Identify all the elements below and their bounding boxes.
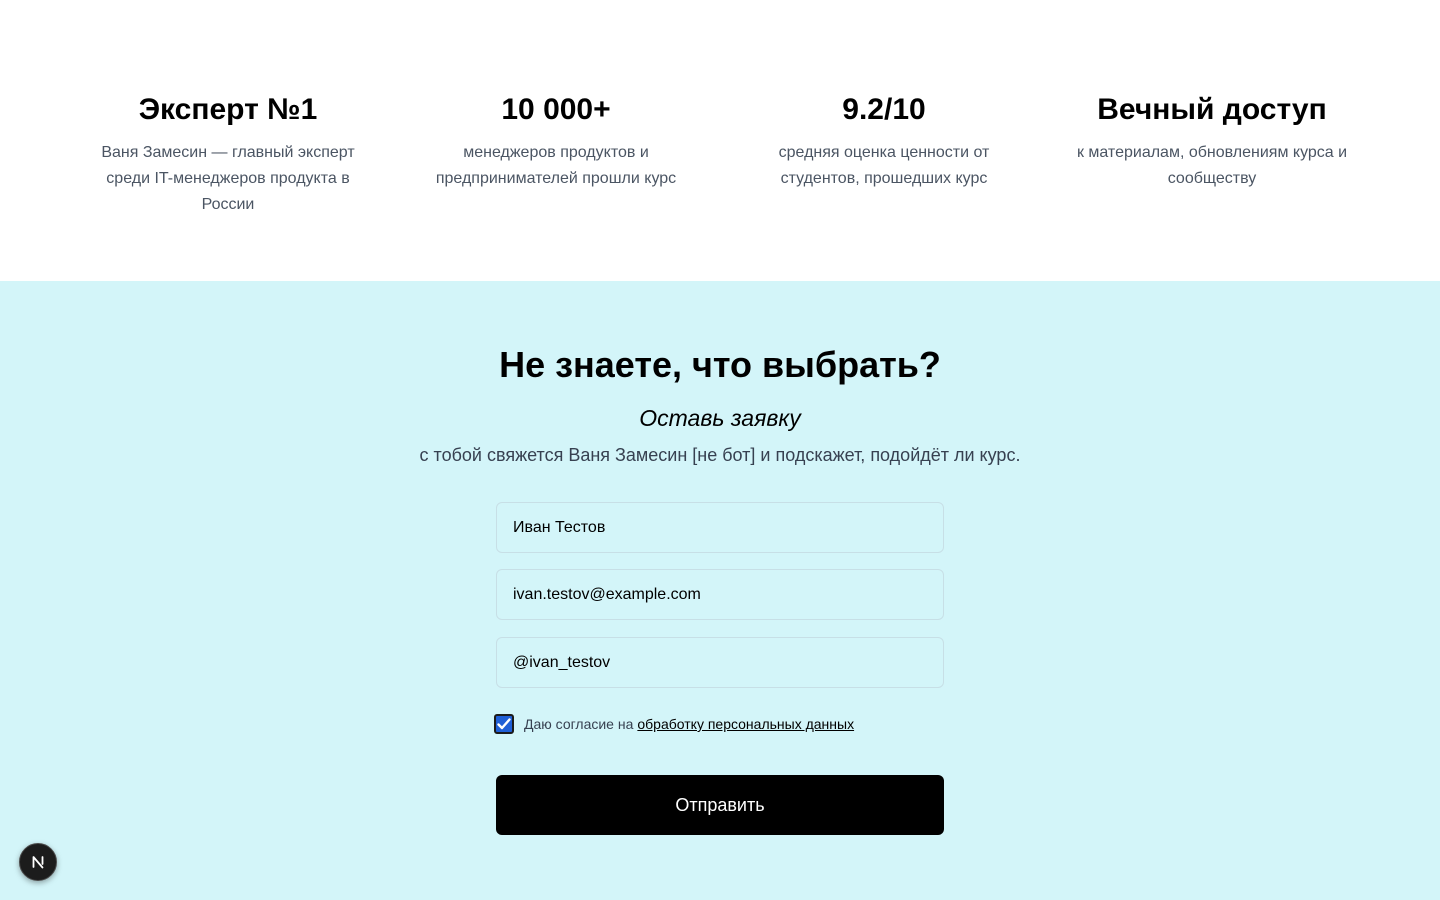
stat-title: 10 000+ xyxy=(501,93,611,126)
stat-expert: Эксперт №1 Ваня Замесин — главный экспер… xyxy=(83,88,373,218)
stat-description: к материалам, обновлениям курса и сообще… xyxy=(1076,144,1348,187)
consent-row: Даю согласие на обработку персональных д… xyxy=(494,713,854,735)
stat-description: Ваня Замесин — главный эксперт среди IT-… xyxy=(101,144,355,213)
nextjs-dev-badge[interactable] xyxy=(19,843,57,881)
name-input[interactable] xyxy=(496,502,944,553)
privacy-policy-link[interactable]: обработку персональных данных xyxy=(637,716,854,732)
stat-title: 9.2/10 xyxy=(842,93,926,126)
telegram-input[interactable] xyxy=(496,637,944,688)
stat-students: 10 000+ менеджеров продуктов и предприни… xyxy=(411,88,701,192)
checkmark-icon xyxy=(497,718,511,730)
stat-title: Вечный доступ xyxy=(1097,93,1327,126)
stat-description: средняя оценка ценности от студентов, пр… xyxy=(778,144,990,187)
nextjs-logo-icon xyxy=(32,856,44,869)
email-input[interactable] xyxy=(496,569,944,620)
stat-rating: 9.2/10 средняя оценка ценности от студен… xyxy=(739,88,1029,192)
consent-label: Даю согласие на xyxy=(524,716,634,732)
stat-title: Эксперт №1 xyxy=(138,93,318,126)
section-subtitle: Оставь заявку xyxy=(639,405,801,431)
section-note: с тобой свяжется Ваня Замесин [не бот] и… xyxy=(419,445,1021,465)
stat-description: менеджеров продуктов и предпринимателей … xyxy=(435,144,677,187)
stat-access: Вечный доступ к материалам, обновлениям … xyxy=(1057,88,1367,192)
section-title: Не знаете, что выбрать? xyxy=(499,344,941,385)
consent-checkbox[interactable] xyxy=(494,714,514,734)
lead-form-section: Не знаете, что выбрать? Оставь заявку с … xyxy=(0,281,1440,900)
submit-button[interactable]: Отправить xyxy=(496,775,944,835)
stats-section: Эксперт №1 Ваня Замесин — главный экспер… xyxy=(0,0,1440,281)
